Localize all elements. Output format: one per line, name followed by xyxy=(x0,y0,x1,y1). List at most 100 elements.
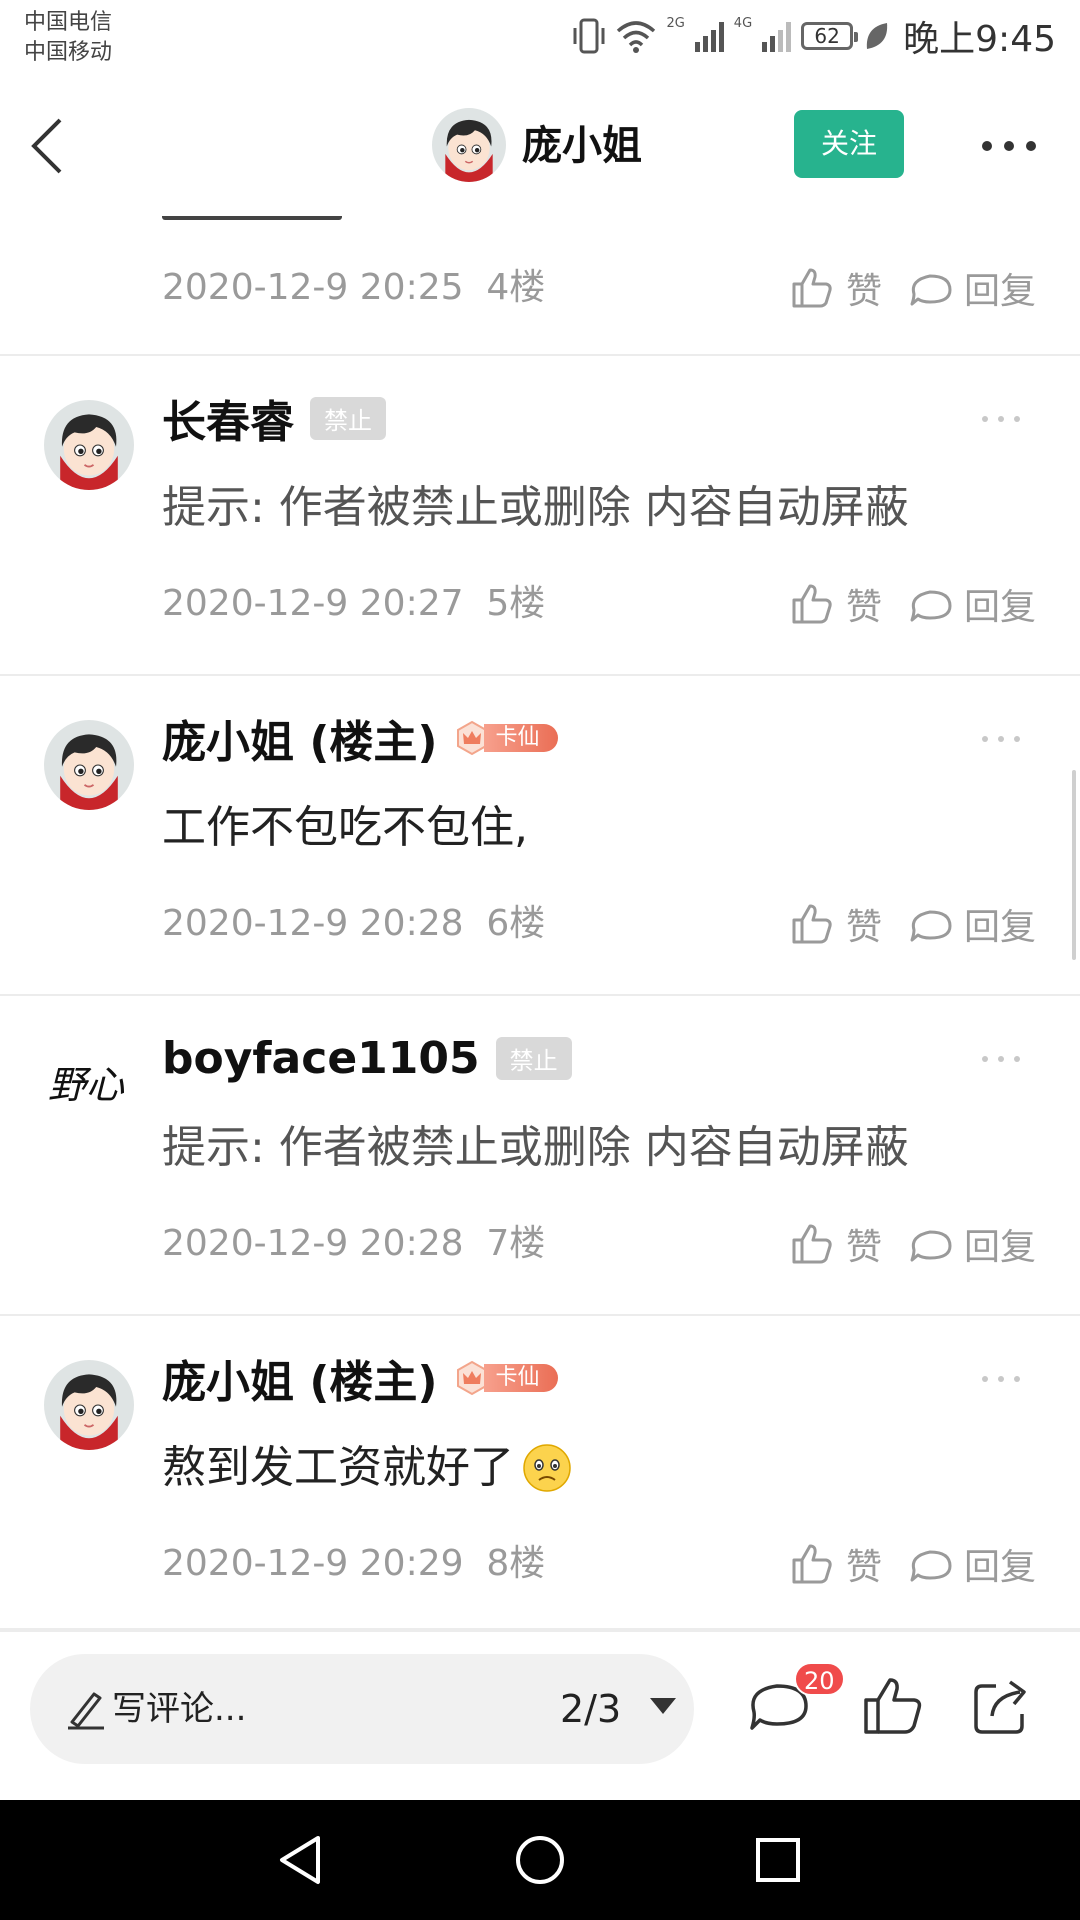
like-button[interactable]: 赞 xyxy=(788,1538,882,1590)
post-content: 熬到发工资就好了 xyxy=(162,1442,514,1493)
post-meta: 2020-12-9 20:27 5楼 xyxy=(162,583,546,624)
username[interactable]: boyface1105 xyxy=(162,1033,480,1084)
thumbs-up-icon xyxy=(788,900,836,948)
post-actions: 赞 回复 xyxy=(788,1536,1036,1592)
post-more-button[interactable] xyxy=(982,416,1020,422)
username-row: 庞小姐 (楼主) 卡仙 xyxy=(162,1350,558,1408)
reply-button[interactable]: 回复 xyxy=(906,1538,1036,1590)
thumbs-up-icon xyxy=(788,580,836,628)
like-label: 赞 xyxy=(845,587,882,628)
nav-back-icon[interactable] xyxy=(270,1828,334,1892)
thumbs-up-icon xyxy=(788,1220,836,1268)
username-row: boyface1105 禁止 xyxy=(162,1030,572,1086)
username[interactable]: 庞小姐 (楼主) xyxy=(162,1346,438,1410)
caret-down-icon[interactable] xyxy=(650,1698,676,1714)
clipped-text xyxy=(162,216,462,224)
reply-button[interactable]: 回复 xyxy=(906,1218,1036,1270)
system-nav-bar xyxy=(0,1800,1080,1920)
nav-recents-icon[interactable] xyxy=(746,1828,810,1892)
comment-input[interactable]: 写评论... 2/3 xyxy=(30,1654,694,1764)
post-content-row: 熬到发工资就好了 xyxy=(162,1436,572,1500)
carrier-1: 中国电信 xyxy=(24,10,113,35)
avatar[interactable] xyxy=(44,720,134,810)
reply-button[interactable]: 回复 xyxy=(906,578,1036,630)
status-bar: 中国电信 中国移动 2G 4G 62 晚上9:45 xyxy=(0,0,1080,76)
status-icons: 2G 4G 62 晚上9:45 xyxy=(572,14,1056,60)
comment-icon xyxy=(906,1220,954,1268)
top-nav-bar: 庞小姐 关注 xyxy=(0,76,1080,216)
avatar-image xyxy=(44,1360,134,1450)
comment-placeholder: 写评论... xyxy=(112,1689,247,1729)
post-more-button[interactable] xyxy=(982,1056,1020,1062)
thumbs-up-icon[interactable] xyxy=(860,1672,926,1738)
header-avatar[interactable] xyxy=(432,108,506,182)
vibrate-icon xyxy=(573,18,605,54)
share-icon[interactable] xyxy=(968,1672,1034,1738)
pencil-icon xyxy=(68,1692,104,1730)
post-actions: 赞 回复 xyxy=(788,576,1036,632)
avatar[interactable]: 野心 xyxy=(44,1040,134,1130)
username[interactable]: 长春睿 xyxy=(162,386,294,450)
post-meta: 2020-12-9 20:28 6楼 xyxy=(162,903,546,944)
reply-button[interactable]: 回复 xyxy=(906,898,1036,950)
avatar-image xyxy=(44,720,134,810)
level-badge-label: 卡仙 xyxy=(483,1364,558,1392)
bottom-action-bar: 写评论... 2/3 20 xyxy=(0,1630,1080,1800)
comment-icon xyxy=(906,1540,954,1588)
post-meta: 2020-12-9 20:25 4楼 xyxy=(162,267,546,308)
signal-icon xyxy=(694,20,724,52)
sad-emoji-icon xyxy=(523,1444,571,1492)
username[interactable]: 庞小姐 (楼主) xyxy=(162,706,438,770)
like-button[interactable]: 赞 xyxy=(788,578,882,630)
reply-label: 回复 xyxy=(963,271,1036,312)
thumbs-up-icon xyxy=(788,1540,836,1588)
battery-indicator: 62 xyxy=(801,22,859,50)
reply-label: 回复 xyxy=(963,1227,1036,1268)
post-meta: 2020-12-9 20:28 7楼 xyxy=(162,1223,546,1264)
post-partial: 2020-12-9 20:25 4楼 赞 回复 xyxy=(0,216,1080,356)
network-2g-label: 2G xyxy=(666,16,685,31)
post-item: 野心 boyface1105 禁止 提示: 作者被禁止或删除 内容自动屏蔽 20… xyxy=(0,996,1080,1316)
comment-icon xyxy=(906,264,954,312)
banned-badge: 禁止 xyxy=(310,396,386,440)
post-item: 庞小姐 (楼主) 卡仙 工作不包吃不包住, 2020-12-9 20:28 6楼… xyxy=(0,676,1080,996)
post-content: 提示: 作者被禁止或删除 内容自动屏蔽 xyxy=(162,482,909,533)
banned-badge: 禁止 xyxy=(495,1036,572,1080)
avatar[interactable] xyxy=(44,1360,134,1450)
username-row: 长春睿 禁止 xyxy=(162,390,386,448)
like-label: 赞 xyxy=(845,1547,882,1588)
reply-label: 回复 xyxy=(963,907,1036,948)
carrier-2: 中国移动 xyxy=(24,40,113,65)
avatar[interactable] xyxy=(44,400,134,490)
post-content: 提示: 作者被禁止或删除 内容自动屏蔽 xyxy=(162,1122,909,1173)
like-button[interactable]: 赞 xyxy=(788,262,882,314)
level-badge: 卡仙 xyxy=(454,1360,558,1396)
like-label: 赞 xyxy=(845,271,882,312)
calligraphy-avatar-image: 野心 xyxy=(44,1040,134,1130)
clock: 晚上9:45 xyxy=(903,19,1056,60)
username-row: 庞小姐 (楼主) 卡仙 xyxy=(162,710,558,768)
header-title: 庞小姐 xyxy=(522,123,642,169)
avatar-image xyxy=(432,108,506,182)
scrollbar[interactable] xyxy=(1072,770,1076,960)
follow-button[interactable]: 关注 xyxy=(794,110,904,178)
post-item: 庞小姐 (楼主) 卡仙 熬到发工资就好了 2020-12-9 20:29 8楼 … xyxy=(0,1316,1080,1630)
thumbs-up-icon xyxy=(788,264,836,312)
signal-icon xyxy=(762,20,792,52)
nav-home-icon[interactable] xyxy=(508,1828,572,1892)
leaf-icon xyxy=(866,23,888,49)
back-button[interactable] xyxy=(28,116,68,176)
level-badge-label: 卡仙 xyxy=(483,724,558,752)
like-button[interactable]: 赞 xyxy=(788,1218,882,1270)
avatar-image xyxy=(44,400,134,490)
more-options-button[interactable] xyxy=(982,126,1036,166)
network-4g-label: 4G xyxy=(733,16,753,31)
post-more-button[interactable] xyxy=(982,736,1020,742)
post-actions: 赞 回复 xyxy=(788,896,1036,952)
like-button[interactable]: 赞 xyxy=(788,898,882,950)
reply-button[interactable]: 回复 xyxy=(906,262,1036,314)
post-more-button[interactable] xyxy=(982,1376,1020,1382)
page-indicator[interactable]: 2/3 xyxy=(560,1680,621,1738)
comment-count-badge: 20 xyxy=(794,1662,845,1696)
post-meta: 2020-12-9 20:29 8楼 xyxy=(162,1543,546,1584)
